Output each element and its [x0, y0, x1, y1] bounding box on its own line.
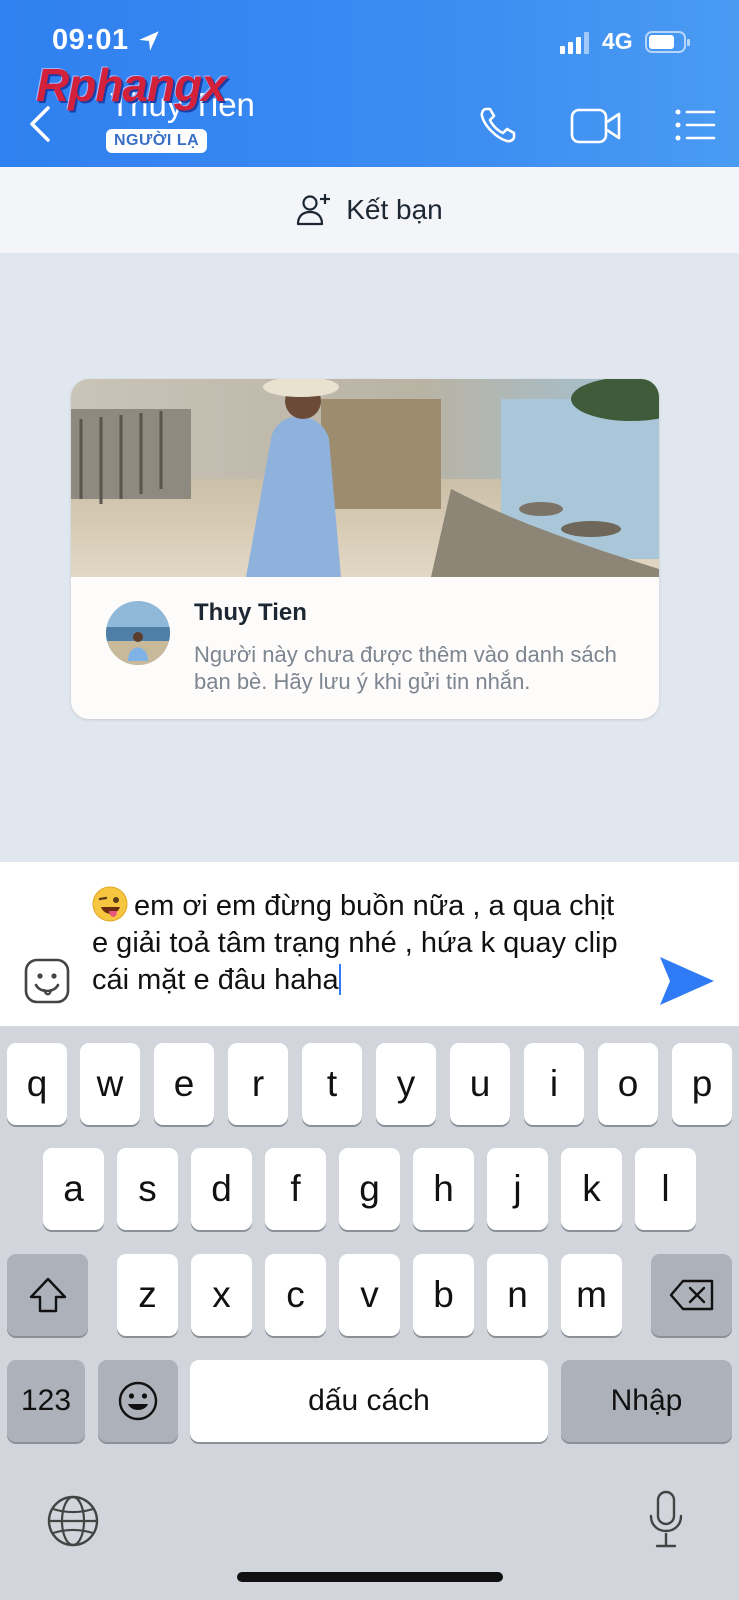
emoji-key[interactable] — [98, 1360, 178, 1442]
add-friend-button[interactable]: Kết bạn — [0, 167, 739, 253]
key[interactable]: l — [635, 1148, 696, 1230]
signal-icon — [560, 32, 589, 54]
keyboard: q w e r t y u i o p a s d f g h j k l z … — [0, 1026, 739, 1600]
profile-card[interactable]: Thuy Tien Người này chưa được thêm vào d… — [71, 379, 659, 719]
delete-key[interactable] — [651, 1254, 732, 1336]
key[interactable]: p — [672, 1043, 732, 1125]
key[interactable]: s — [117, 1148, 178, 1230]
key[interactable]: a — [43, 1148, 104, 1230]
numbers-key[interactable]: 123 — [7, 1360, 85, 1442]
key[interactable]: n — [487, 1254, 548, 1336]
key[interactable]: c — [265, 1254, 326, 1336]
sticker-icon[interactable] — [24, 958, 70, 1004]
status-time: 09:01 — [52, 24, 129, 56]
text-caret — [338, 964, 341, 995]
key[interactable]: f — [265, 1148, 326, 1230]
key[interactable]: b — [413, 1254, 474, 1336]
key[interactable]: y — [376, 1043, 436, 1125]
key[interactable]: m — [561, 1254, 622, 1336]
message-composer: em ơi em đừng buồn nữa , a qua chịt e gi… — [0, 862, 739, 1026]
send-icon[interactable] — [658, 954, 716, 1008]
delete-icon — [669, 1279, 713, 1311]
key[interactable]: o — [598, 1043, 658, 1125]
cover-photo — [71, 379, 659, 577]
shift-key[interactable] — [7, 1254, 88, 1336]
location-arrow-icon — [139, 31, 159, 51]
key[interactable]: i — [524, 1043, 584, 1125]
return-key[interactable]: Nhập — [561, 1360, 732, 1442]
key[interactable]: e — [154, 1043, 214, 1125]
globe-icon[interactable] — [46, 1494, 100, 1548]
key[interactable]: q — [7, 1043, 67, 1125]
key[interactable]: r — [228, 1043, 288, 1125]
chat-header: 09:01 4G Thuy Tien Rphangx NGƯỜI LẠ — [0, 0, 739, 167]
key[interactable]: z — [117, 1254, 178, 1336]
key[interactable]: x — [191, 1254, 252, 1336]
video-call-icon[interactable] — [570, 106, 622, 146]
stranger-badge: NGƯỜI LẠ — [106, 129, 208, 153]
space-key[interactable]: dấu cách — [190, 1360, 548, 1442]
key[interactable]: d — [191, 1148, 252, 1230]
battery-icon — [645, 31, 690, 53]
key[interactable]: u — [450, 1043, 510, 1125]
network-type: 4G — [602, 28, 633, 54]
key[interactable]: k — [561, 1148, 622, 1230]
phone-icon[interactable] — [476, 103, 520, 147]
key[interactable]: v — [339, 1254, 400, 1336]
key[interactable]: g — [339, 1148, 400, 1230]
key[interactable]: t — [302, 1043, 362, 1125]
home-indicator[interactable] — [237, 1572, 503, 1582]
add-friend-icon — [297, 194, 331, 226]
message-text: em ơi em đừng buồn nữa , a qua chịt e gi… — [92, 890, 618, 996]
key[interactable]: j — [487, 1148, 548, 1230]
wink-emoji-icon — [92, 886, 128, 922]
key[interactable]: h — [413, 1148, 474, 1230]
stranger-warning: Người này chưa được thêm vào danh sách b… — [194, 642, 617, 694]
add-friend-label: Kết bạn — [346, 194, 443, 225]
message-input[interactable]: em ơi em đừng buồn nữa , a qua chịt e gi… — [92, 886, 632, 999]
shift-icon — [29, 1277, 66, 1313]
avatar[interactable] — [106, 601, 170, 665]
menu-list-icon[interactable] — [674, 108, 716, 142]
microphone-icon[interactable] — [648, 1490, 684, 1550]
emoji-icon — [118, 1381, 158, 1421]
key[interactable]: w — [80, 1043, 140, 1125]
profile-name: Thuy Tien — [194, 599, 307, 626]
watermark-logo: Rphangx — [36, 59, 227, 111]
